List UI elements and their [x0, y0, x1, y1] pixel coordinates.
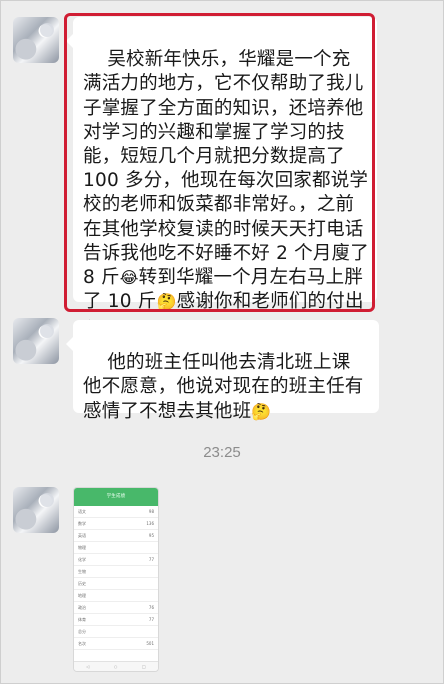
home-icon: ○ — [113, 664, 118, 669]
screenshot-row: 历史 — [74, 578, 158, 590]
avatar[interactable] — [13, 17, 59, 63]
screenshot-header: 学生成绩 — [74, 488, 158, 506]
red-highlight-box — [64, 13, 375, 312]
screenshot-row: 政治 76 — [74, 602, 158, 614]
screenshot-row: 英语 95 — [74, 530, 158, 542]
screenshot-row: 物理 — [74, 542, 158, 554]
avatar[interactable] — [13, 318, 59, 364]
image-message[interactable]: 学生成绩 语文 98 数学 136 英语 95 物理 化学 77 生物 历史 地理 政治… — [73, 487, 159, 672]
avatar[interactable] — [13, 487, 59, 533]
screenshot-row: 体育 77 — [74, 614, 158, 626]
screenshot-row: 名次 501 — [74, 638, 158, 650]
message-bubble[interactable]: 他的班主任叫他去清北班上课他不愿意，他说对现在的班主任有感情了不想去其他班🤔 — [66, 320, 379, 422]
chat-window: 吴校新年快乐，华耀是一个充满活力的地方，它不仅帮助了我儿子掌握了全方面的知识，还… — [0, 0, 444, 684]
timestamp: 23:25 — [203, 444, 241, 461]
screenshot-row: 语文 98 — [74, 506, 158, 518]
screenshot-row: 数学 136 — [74, 518, 158, 530]
back-icon: ◁ — [86, 664, 90, 669]
message-text: 他的班主任叫他去清北班上课他不愿意，他说对现在的班主任有感情了不想去其他班 — [83, 352, 364, 422]
screenshot-row: 地理 — [74, 590, 158, 602]
thinking-emoji-icon: 🤔 — [251, 401, 272, 421]
screenshot-nav-bar: ◁ ○ □ — [74, 661, 158, 671]
screenshot-row: 生物 — [74, 566, 158, 578]
screenshot-row: 化学 77 — [74, 554, 158, 566]
recents-icon: □ — [141, 664, 146, 669]
screenshot-row: 总分 — [74, 626, 158, 638]
